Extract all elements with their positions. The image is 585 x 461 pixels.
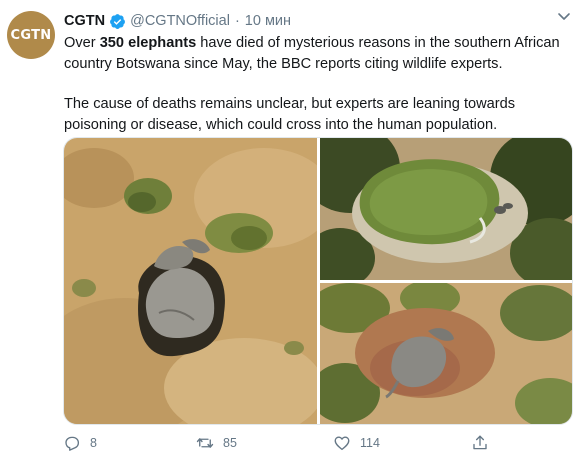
tweet-card[interactable]: CGTN CGTN @CGTNOfficial · 10 мин Over 35…	[0, 0, 585, 461]
tweet-timestamp[interactable]: 10 мин	[245, 13, 291, 29]
like-button[interactable]: 114	[333, 434, 380, 452]
verified-badge-icon	[110, 13, 126, 29]
tweet-header: CGTN @CGTNOfficial · 10 мин	[64, 11, 291, 31]
avatar[interactable]: CGTN	[7, 11, 55, 59]
share-button[interactable]	[471, 434, 498, 452]
author-handle[interactable]: @CGTNOfficial	[130, 13, 230, 29]
like-count: 114	[360, 436, 380, 450]
tweet-actions: 8 85 114	[63, 434, 573, 456]
tweet-paragraph-1: Over 350 elephants have died of mysterio…	[64, 33, 574, 74]
reply-icon	[65, 436, 80, 451]
photo-waterhole[interactable]	[320, 138, 572, 280]
avatar-logo-text: CGTN	[10, 27, 52, 43]
share-icon	[473, 435, 487, 450]
reply-button[interactable]: 8	[63, 434, 97, 452]
tweet-text: Over 350 elephants have died of mysterio…	[64, 33, 574, 135]
retweet-count: 85	[223, 436, 237, 450]
retweet-icon	[196, 438, 214, 448]
reply-count: 8	[90, 436, 97, 450]
separator-dot: ·	[234, 13, 240, 29]
photo-dead-elephant[interactable]	[64, 138, 317, 424]
chevron-down-icon[interactable]	[557, 12, 571, 22]
media-grid	[63, 137, 573, 425]
photo-elephant-in-brush[interactable]	[320, 283, 572, 424]
tweet-paragraph-2: The cause of deaths remains unclear, but…	[64, 96, 516, 133]
author-name[interactable]: CGTN	[64, 13, 105, 29]
retweet-button[interactable]: 85	[196, 434, 237, 452]
text-prefix: Over	[64, 35, 100, 51]
text-bold: 350 elephants	[99, 35, 197, 51]
heart-icon	[334, 436, 350, 451]
